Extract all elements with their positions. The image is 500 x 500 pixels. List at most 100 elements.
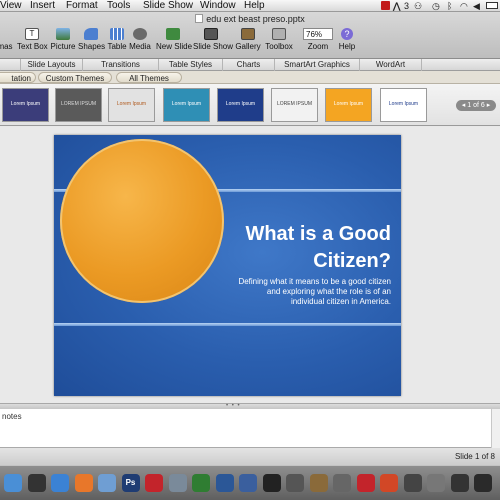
tab-transitions[interactable]: Transitions [83,59,159,71]
menu-window[interactable]: Window [200,0,236,12]
wifi-icon[interactable]: ◠ [460,0,468,12]
app-icon[interactable] [286,474,304,492]
theme-pager-text: 1 of 6 [467,102,485,109]
text-box-icon: T [25,28,39,40]
menu-insert[interactable]: Insert [30,0,55,12]
theme-thumbnail-text: LOREM IPSUM [276,101,312,107]
gallery-icon [0,28,12,40]
tab-charts[interactable]: Charts [223,59,275,71]
word-icon[interactable] [215,474,234,492]
table-button[interactable]: Table [106,28,128,58]
theme-thumbnail[interactable]: Lorem Ipsum [2,88,49,122]
theme-thumbnail-text: Lorem Ipsum [171,101,202,107]
firefox-icon[interactable] [74,474,93,492]
binoculars-icon[interactable]: ⚇ [414,0,422,12]
app-icon[interactable] [333,474,351,492]
tab-smartart-graphics[interactable]: SmartArt Graphics [275,59,360,71]
tab-wordart[interactable]: WordArt [360,59,422,71]
slide-subtitle-line: and exploring what the role is of an [266,287,391,296]
theme-pager[interactable]: ◂ 1 of 6 ▸ [456,100,496,111]
slide-title[interactable]: What is a Good Citizen? [191,221,391,275]
volume-icon[interactable]: ◀ [473,0,480,12]
menu-help[interactable]: Help [244,0,265,12]
menu-view[interactable]: View [0,0,22,12]
tab-table-styles[interactable]: Table Styles [159,59,223,71]
window-title: edu ext beast preso.pptx [0,14,500,24]
terminal-icon[interactable] [262,474,281,492]
zoom-control[interactable]: 76% Zoom [300,28,336,58]
status-count[interactable]: 3 [404,0,409,12]
app-icon[interactable] [474,474,492,492]
theme-thumbnail-text: Lorem Ipsum [10,101,41,107]
itunes-icon[interactable] [98,474,116,492]
slide-subtitle-line: Defining what it means to be a good citi… [238,277,391,286]
notes-scrollbar[interactable] [491,409,500,448]
keynote-icon[interactable] [239,474,257,492]
theme-thumbnail-text: Lorem Ipsum [116,101,147,107]
app-icon[interactable] [309,474,328,492]
menu-tools[interactable]: Tools [107,0,130,12]
media-button[interactable]: Media [128,28,152,58]
powerpoint-icon[interactable] [380,474,398,492]
photoshop-icon[interactable]: Ps [121,474,140,492]
menu-format[interactable]: Format [66,0,98,12]
shapes-icon [84,28,98,40]
menu-bar: View Insert Format Tools Slide Show Wind… [0,0,500,12]
toolbox-button[interactable]: Toolbox [263,28,295,58]
themes-subtab-bar: tation Custom Themes All Themes [0,71,500,84]
toolbar: edu ext beast preso.pptx mas T Text Box … [0,12,500,59]
help-button[interactable]: ? Help [337,28,357,58]
safari-icon[interactable] [51,474,69,492]
finder-icon[interactable] [4,474,22,492]
zoom-input[interactable]: 76% [303,28,333,40]
battery-icon[interactable] [486,2,498,9]
dashboard-icon[interactable] [27,474,46,492]
excel-icon[interactable] [192,474,210,492]
theme-thumbnail[interactable]: Lorem Ipsum [163,88,210,122]
picture-button[interactable]: Picture [50,28,76,58]
table-icon [110,28,124,40]
shapes-button[interactable]: Shapes [78,28,105,58]
theme-thumbnail[interactable]: Lorem Ipsum [380,88,427,122]
slide-subtitle[interactable]: Defining what it means to be a good citi… [201,277,391,307]
acrobat-icon[interactable] [356,474,375,492]
ribbon-tab-partial[interactable] [0,59,21,71]
gallery-button[interactable]: Gallery [234,28,262,58]
tab-slide-layouts[interactable]: Slide Layouts [21,59,83,71]
toolbar-gallery-partial-button[interactable]: mas [0,28,16,58]
theme-thumbnail-text: Lorem Ipsum [225,101,256,107]
subtab-custom-themes[interactable]: Custom Themes [38,72,112,83]
slide[interactable]: What is a Good Citizen? Defining what it… [54,135,401,396]
slide-show-button[interactable]: Slide Show [193,28,233,58]
document-icon [195,14,204,23]
theme-thumbnail[interactable]: Lorem Ipsum [217,88,264,122]
time-machine-icon[interactable]: ◷ [432,0,440,12]
notes-pane[interactable]: notes [0,409,500,448]
app-icon[interactable] [427,474,445,492]
help-icon: ? [341,28,353,40]
slide-title-line: What is a Good [245,223,391,245]
status-adobe-icon[interactable]: ⋀ [393,0,400,12]
notes-placeholder: notes [2,412,22,421]
subtab-presentation[interactable]: tation [0,72,36,83]
window-title-text: edu ext beast preso.pptx [206,14,305,24]
theme-thumbnail[interactable]: LOREM IPSUM [271,88,318,122]
slide-stripe-bottom [54,323,401,326]
new-slide-icon [166,28,180,40]
theme-thumbnail[interactable]: Lorem Ipsum [108,88,155,122]
subtab-all-themes[interactable]: All Themes [116,72,182,83]
menu-slide-show[interactable]: Slide Show [143,0,193,12]
theme-thumbnail[interactable]: LOREM IPSUM [55,88,102,122]
acrobat-icon[interactable] [145,474,163,492]
picture-icon [56,28,70,40]
bluetooth-icon[interactable]: ᛒ [447,0,452,12]
theme-thumbnail[interactable]: Lorem Ipsum [325,88,372,122]
text-box-button[interactable]: T Text Box [17,28,48,58]
new-slide-button[interactable]: New Slide [156,28,192,58]
status-app-icon[interactable] [381,1,390,10]
app-icon[interactable] [403,474,422,492]
gallery-icon [241,28,255,40]
preview-icon[interactable] [168,474,187,492]
app-icon[interactable] [450,474,469,492]
media-icon [133,28,147,40]
